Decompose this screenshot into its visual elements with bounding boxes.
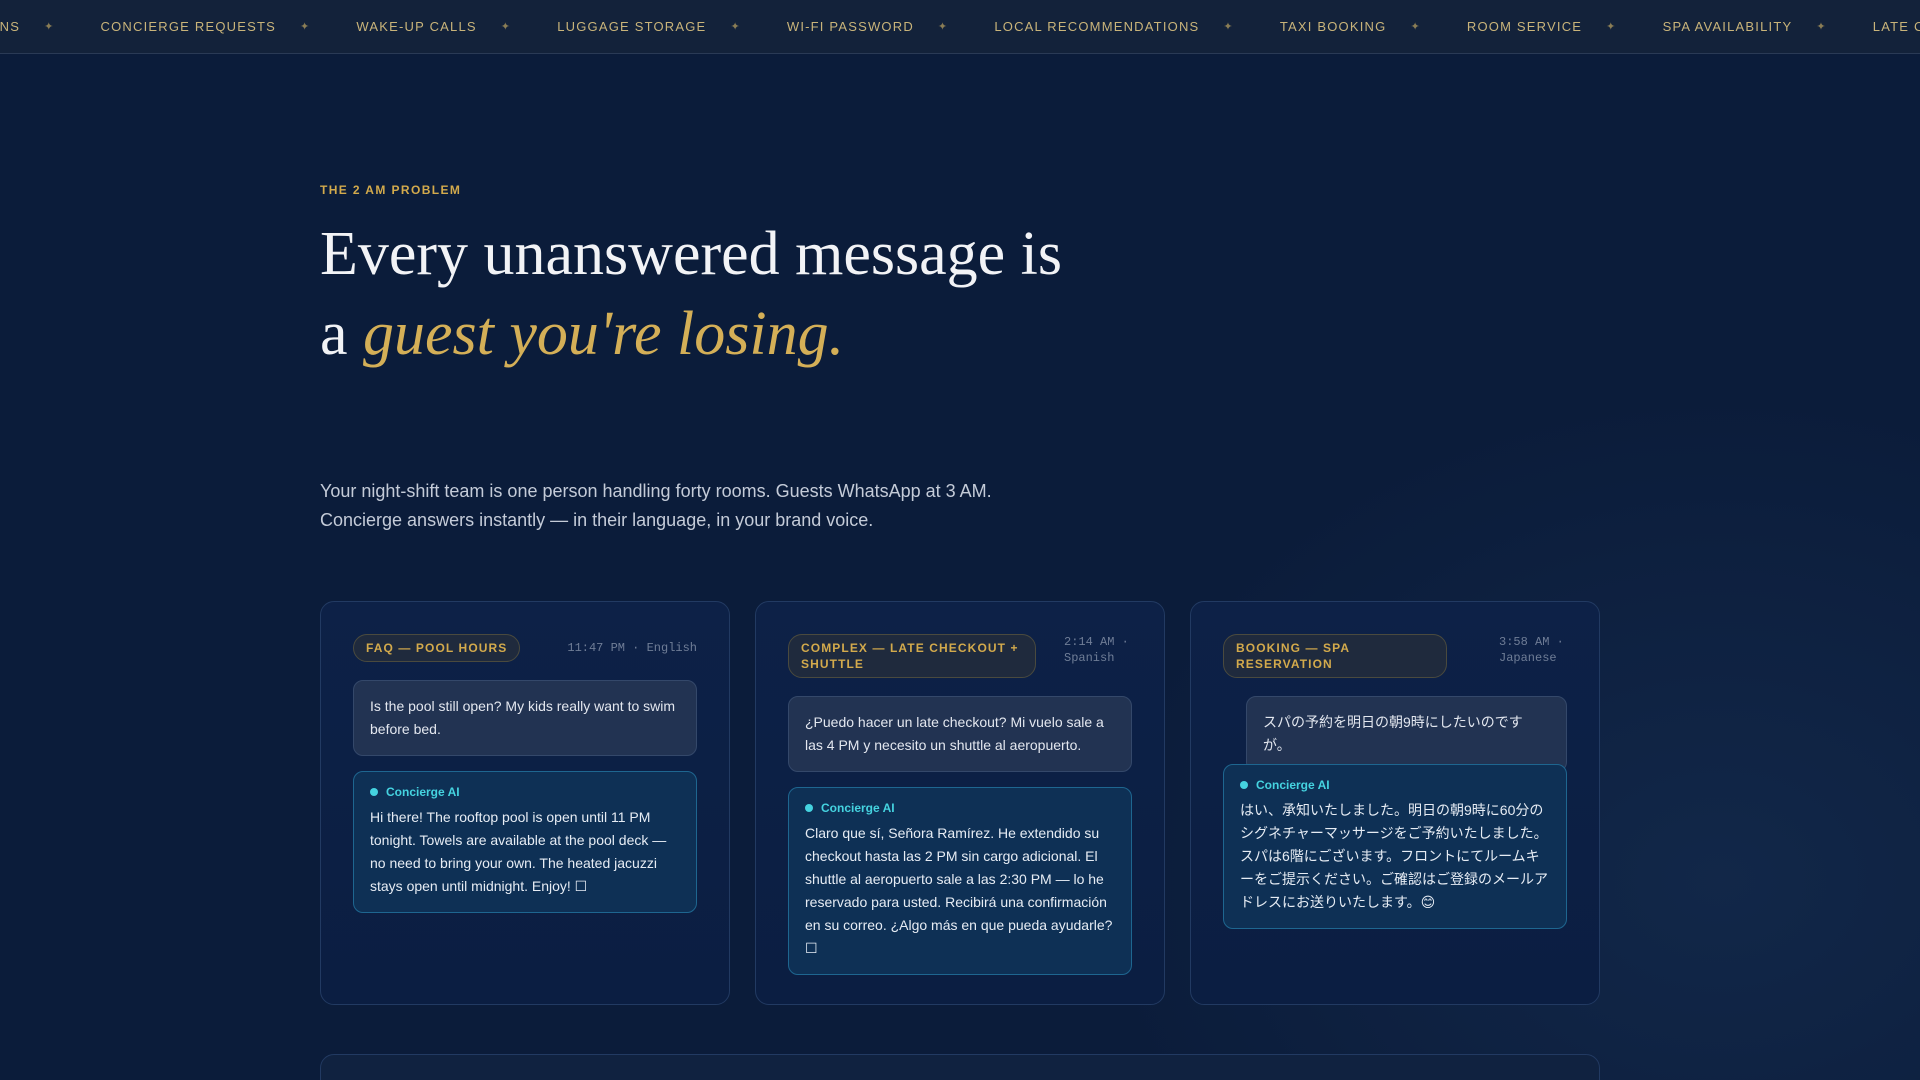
ticker-item: Taxi Booking ✦ (1280, 19, 1467, 34)
ticker-item-label: Luggage Storage (557, 19, 707, 34)
ai-label-text: Concierge AI (821, 801, 895, 815)
guest-message: Is the pool still open? My kids really w… (353, 680, 697, 756)
conversation-card-checkout: Complex — Late Checkout + Shuttle 2:14 A… (755, 601, 1165, 1005)
hero-lede: Your night-shift team is one person hand… (320, 481, 992, 530)
conversation-card-pool: FAQ — Pool Hours 11:47 PM · English Is t… (320, 601, 730, 1005)
category-tag: Booking — Spa Reservation (1223, 634, 1447, 678)
ticker-item-label: Late Checkout (1872, 19, 1920, 34)
sparkle-icon: ✦ (44, 21, 55, 33)
sparkle-icon: ✦ (730, 21, 741, 33)
ai-reply: Concierge AI Claro que sí, Señora Ramíre… (788, 787, 1132, 975)
ai-reply: Concierge AI はい、承知いたしました。明日の朝9時に60分のシグネチ… (1223, 764, 1567, 929)
card-header: Complex — Late Checkout + Shuttle 2:14 A… (788, 634, 1132, 678)
status-dot-icon (370, 788, 378, 796)
ai-label: Concierge AI (1240, 777, 1550, 793)
ai-message-text: Claro que sí, Señora Ramírez. He extendi… (805, 825, 1113, 956)
ticker-item: Late Checkout (1873, 19, 1920, 34)
service-ticker-bar: Reservations ✦ Concierge Requests ✦ Wake-u… (0, 0, 1920, 54)
ticker-item: Local Recommendations ✦ (994, 19, 1279, 34)
ticker-item-label: Taxi Booking (1279, 19, 1387, 34)
guest-message: ¿Puedo hacer un late checkout? Mi vuelo … (788, 696, 1132, 772)
guest-message: スパの予約を明日の朝9時にしたいのですが。 (1246, 696, 1567, 772)
ai-label: Concierge AI (805, 800, 1115, 816)
sparkle-icon: ✦ (1410, 21, 1421, 33)
ai-message-text: Hi there! The rooftop pool is open until… (370, 809, 667, 894)
next-section-panel (320, 1054, 1600, 1080)
ticker-item: Luggage Storage ✦ (557, 19, 787, 34)
ticker-item: Wake-up Calls ✦ (356, 19, 557, 34)
sparkle-icon: ✦ (500, 21, 512, 33)
sparkle-icon: ✦ (1606, 21, 1617, 33)
ticker-item-label: Concierge Requests (100, 19, 276, 34)
time-language-meta: 2:14 AM · Spanish (1064, 635, 1129, 665)
headline-accent: guest you're losing. (363, 300, 845, 368)
ticker-item-label: Spa Availability (1662, 19, 1793, 34)
sparkle-icon: ✦ (1223, 21, 1234, 33)
category-tag: Complex — Late Checkout + Shuttle (788, 634, 1036, 678)
ticker-item: Reservations ✦ (0, 19, 101, 34)
card-header: Booking — Spa Reservation 3:58 AM · Japa… (1223, 634, 1567, 678)
ai-message-text: はい、承知いたしました。明日の朝9時に60分のシグネチャーマッサージをご予約いた… (1240, 802, 1548, 910)
ticker-item-label: Reservations (0, 19, 21, 34)
sparkle-icon: ✦ (1816, 21, 1827, 33)
ticker-item-label: Wake-up Calls (356, 19, 477, 34)
ticker-item: Concierge Requests ✦ (101, 19, 357, 34)
section-eyebrow: The 2 AM Problem (320, 183, 462, 197)
ai-reply: Concierge AI Hi there! The rooftop pool … (353, 771, 697, 913)
conversation-card-spa: Booking — Spa Reservation 3:58 AM · Japa… (1190, 601, 1600, 1005)
ticker-item: Room Service ✦ (1467, 19, 1663, 34)
sparkle-icon: ✦ (937, 21, 949, 33)
ticker-track: Reservations ✦ Concierge Requests ✦ Wake-u… (0, 0, 1920, 53)
ticker-item-label: Wi-Fi Password (786, 19, 914, 34)
category-tag: FAQ — Pool Hours (353, 634, 521, 662)
ai-label: Concierge AI (370, 784, 680, 800)
ticker-item-label: Local Recommendations (994, 19, 1200, 34)
conversation-cards: FAQ — Pool Hours 11:47 PM · English Is t… (320, 601, 1600, 1007)
time-language-meta: 3:58 AM · Japanese (1499, 635, 1564, 665)
status-dot-icon (1240, 781, 1248, 789)
sparkle-icon: ✦ (299, 21, 311, 33)
status-dot-icon (805, 804, 813, 812)
card-header: FAQ — Pool Hours 11:47 PM · English (353, 634, 697, 662)
ticker-item: Spa Availability ✦ (1663, 19, 1873, 34)
ai-label-text: Concierge AI (386, 785, 460, 799)
ticker-item: Wi-Fi Password ✦ (787, 19, 994, 34)
time-language-meta: 11:47 PM · English (567, 641, 697, 655)
ai-label-text: Concierge AI (1256, 778, 1330, 792)
hero-headline: Every unanswered message is a guest you'… (320, 214, 1080, 374)
ticker-item-label: Room Service (1466, 19, 1583, 34)
